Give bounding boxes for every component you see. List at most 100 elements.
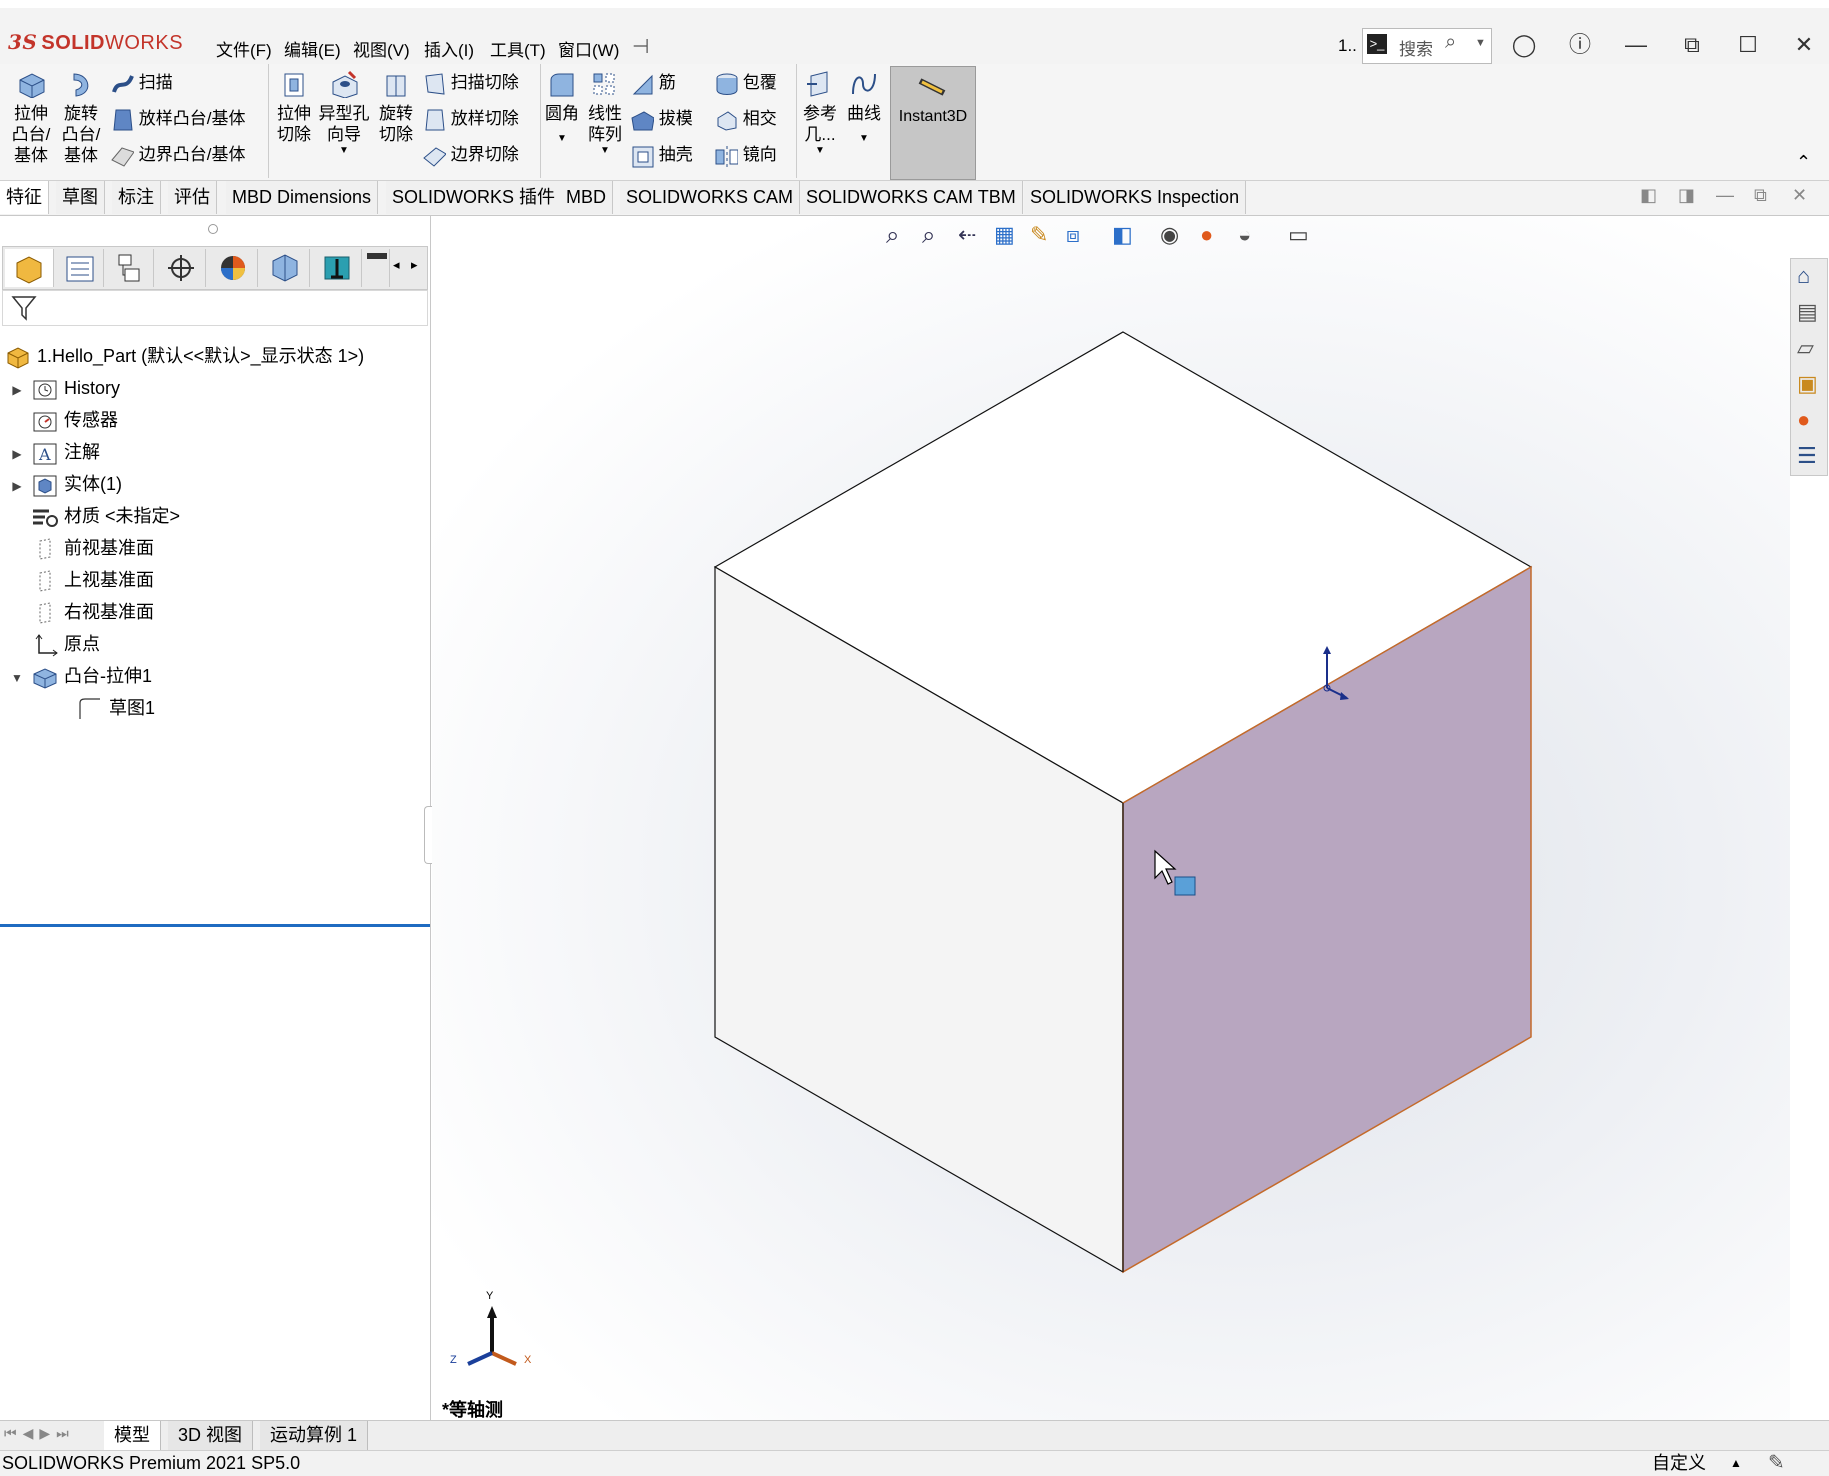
file-explorer-icon[interactable]: ▱ — [1797, 335, 1814, 361]
design-library-icon[interactable]: ▤ — [1797, 299, 1818, 325]
menu-insert[interactable]: 插入(I) — [424, 36, 474, 61]
display-manager-tab[interactable] — [209, 249, 258, 287]
search-box[interactable]: >_ 搜索 ⌕ ▼ — [1362, 28, 1492, 64]
menu-view[interactable]: 视图(V) — [353, 36, 410, 61]
tab-3d-views[interactable]: 3D 视图 — [168, 1421, 254, 1450]
shell-button[interactable]: 抽壳 — [630, 142, 693, 168]
pin-menu-icon[interactable]: ⊣ — [632, 34, 649, 59]
tab-sketch[interactable]: 草图 — [56, 181, 105, 214]
lofted-cut-button[interactable]: 放样切除 — [422, 106, 519, 132]
apply-scene-icon[interactable]: ◒ — [1238, 222, 1251, 248]
appearances-icon[interactable]: ● — [1797, 407, 1810, 433]
unit-system-selector[interactable]: 自定义 — [1652, 1451, 1706, 1476]
tree-item-front-plane[interactable]: 前视基准面 — [8, 532, 154, 564]
loft-boss-button[interactable]: 放样凸台/基体 — [110, 106, 245, 132]
section-view-icon[interactable]: ▦ — [994, 222, 1015, 248]
panel-tab-scroll-left-icon[interactable]: ◂ — [393, 257, 400, 273]
tree-expand-icon[interactable]: ▶ — [8, 470, 26, 502]
doc-minimize-button[interactable]: — — [1716, 185, 1734, 206]
unit-system-dropdown-icon[interactable]: ▲ — [1730, 1451, 1742, 1476]
fillet-button[interactable]: 圆角 ▼ — [544, 70, 580, 154]
restore-button[interactable]: ⧉ — [1672, 26, 1712, 64]
previous-view-icon[interactable]: ⇠ — [958, 222, 976, 248]
tree-item-right-plane[interactable]: 右视基准面 — [8, 596, 154, 628]
cam-operation-tab[interactable] — [313, 249, 362, 287]
search-dropdown-icon[interactable]: ▼ — [1475, 37, 1486, 49]
boundary-boss-button[interactable]: 边界凸台/基体 — [110, 142, 245, 168]
draft-button[interactable]: 拔模 — [630, 106, 693, 132]
account-icon[interactable]: ◯ — [1504, 26, 1544, 64]
tree-filter-bar[interactable] — [2, 290, 428, 326]
edit-appearance-icon[interactable]: ● — [1200, 222, 1213, 248]
fillet-dropdown-icon[interactable]: ▼ — [544, 124, 580, 154]
close-button[interactable]: ✕ — [1784, 26, 1824, 64]
search-icon[interactable]: ⌕ — [1445, 31, 1456, 54]
display-style-icon[interactable]: ◧ — [1112, 222, 1133, 248]
home-icon[interactable]: ⌂ — [1797, 263, 1810, 289]
configuration-manager-tab[interactable] — [105, 249, 154, 287]
maximize-button[interactable]: ☐ — [1728, 26, 1768, 64]
solidworks-logo[interactable]: 3S SOLIDWORKS — [8, 30, 183, 55]
panel-tab-scroll-right-icon[interactable]: ▸ — [411, 257, 418, 273]
minimize-button[interactable]: — — [1616, 26, 1656, 64]
view-palette-icon[interactable]: ▣ — [1797, 371, 1818, 397]
document-indicator[interactable]: 1.. — [1338, 36, 1357, 56]
linear-pattern-dropdown-icon[interactable]: ▼ — [586, 145, 624, 157]
collapse-ribbon-icon[interactable]: ⌃ — [1796, 152, 1811, 173]
hole-wizard-button[interactable]: 异型孔 向导 ▼ — [318, 70, 370, 157]
linear-pattern-button[interactable]: 线性 阵列 ▼ — [586, 70, 624, 157]
instant3d-button[interactable]: Instant3D — [890, 66, 976, 180]
revolve-boss-button[interactable]: 旋转 凸台/ 基体 — [58, 70, 104, 166]
menu-tools[interactable]: 工具(T) — [490, 36, 546, 61]
mirror-button[interactable]: 镜向 — [714, 142, 777, 168]
doc-close-button[interactable]: ✕ — [1792, 185, 1807, 206]
tree-item-annotations[interactable]: ▶ A 注解 — [8, 436, 100, 468]
tab-markup[interactable]: 标注 — [112, 181, 161, 214]
property-manager-tab[interactable] — [55, 249, 104, 287]
tab-mbd[interactable]: MBD — [560, 181, 613, 214]
cam-tools-tab[interactable] — [365, 249, 390, 287]
tab-solidworks-cam[interactable]: SOLIDWORKS CAM — [620, 181, 801, 214]
zoom-to-fit-icon[interactable]: ⌕ — [886, 222, 899, 250]
zoom-to-area-icon[interactable]: ⌕ — [922, 222, 935, 250]
tab-motion-study-1[interactable]: 运动算例 1 — [260, 1421, 369, 1450]
tab-mbd-dimensions[interactable]: MBD Dimensions — [226, 181, 379, 214]
tree-item-top-plane[interactable]: 上视基准面 — [8, 564, 154, 596]
doc-tile-right-icon[interactable]: ◨ — [1678, 185, 1695, 206]
dimxpert-manager-tab[interactable] — [157, 249, 206, 287]
cam-feature-tab[interactable] — [261, 249, 310, 287]
menu-file[interactable]: 文件(F) — [216, 36, 272, 61]
tab-solidworks-addins[interactable]: SOLIDWORKS 插件 — [386, 181, 563, 214]
tree-expand-icon[interactable]: ▶ — [8, 438, 26, 470]
menu-edit[interactable]: 编辑(E) — [284, 36, 341, 61]
curves-dropdown-icon[interactable]: ▼ — [844, 124, 884, 154]
tab-solidworks-inspection[interactable]: SOLIDWORKS Inspection — [1024, 181, 1247, 214]
reference-geometry-dropdown-icon[interactable]: ▼ — [800, 145, 840, 157]
hide-show-items-icon[interactable]: ◉ — [1160, 222, 1179, 248]
filter-icon[interactable] — [9, 293, 39, 323]
tree-item-sensors[interactable]: 传感器 — [8, 404, 118, 436]
rib-button[interactable]: 筋 — [630, 70, 676, 96]
view-orientation-icon[interactable]: ⧈ — [1066, 222, 1080, 248]
tree-item-solid-bodies[interactable]: ▶ 实体(1) — [8, 468, 122, 500]
revolve-cut-button[interactable]: 旋转 切除 — [374, 70, 418, 145]
extrude-boss-button[interactable]: 拉伸 凸台/ 基体 — [8, 70, 54, 166]
menu-window[interactable]: 窗口(W) — [558, 36, 619, 61]
rollback-bar[interactable] — [0, 924, 430, 927]
model-view[interactable] — [432, 216, 1790, 1420]
curves-button[interactable]: 曲线 ▼ — [844, 70, 884, 154]
swept-cut-button[interactable]: 扫描切除 — [422, 70, 519, 96]
panel-splitter-handle[interactable] — [208, 224, 218, 234]
tree-expand-icon[interactable]: ▶ — [8, 374, 26, 406]
tree-item-material[interactable]: 材质 <未指定> — [8, 500, 180, 532]
rebuild-status-icon[interactable]: ✎ — [1768, 1451, 1785, 1476]
doc-restore-button[interactable]: ⧉ — [1754, 185, 1767, 206]
dynamic-annotation-icon[interactable]: ✎ — [1030, 222, 1048, 248]
view-settings-icon[interactable]: ▭ — [1288, 222, 1309, 248]
intersect-button[interactable]: 相交 — [714, 106, 777, 132]
tree-root-part[interactable]: 1.Hello_Part (默认<<默认>_显示状态 1>) — [4, 340, 364, 372]
tree-item-boss-extrude1[interactable]: ▼ 凸台-拉伸1 — [8, 660, 152, 692]
graphics-area[interactable]: Y X Z *等轴测 — [432, 216, 1790, 1420]
doc-tile-left-icon[interactable]: ◧ — [1640, 185, 1657, 206]
feature-manager-tab[interactable] — [5, 249, 54, 287]
